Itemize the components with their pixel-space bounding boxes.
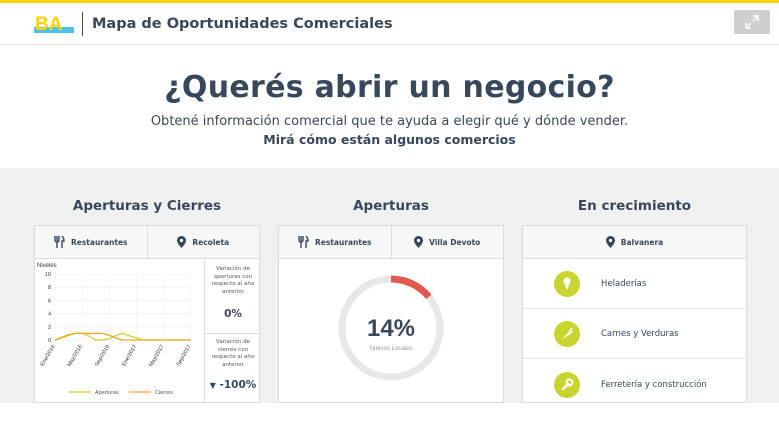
col2-title: Aperturas <box>353 198 429 214</box>
location-label: Recoleta <box>192 237 230 247</box>
series-line <box>54 332 191 341</box>
list-item[interactable]: Carnes y Verduras <box>523 310 746 359</box>
kpi-openings-value: 0% <box>224 308 242 320</box>
donut-label: Nuevos Locales <box>370 346 413 352</box>
expand-icon <box>745 15 759 29</box>
x-tick-label: May/2017 <box>148 344 165 368</box>
map-pin-icon <box>605 236 615 248</box>
location-label: Balvanera <box>620 237 664 247</box>
x-tick-label: Ene/2017 <box>121 344 138 367</box>
category-label: Restaurantes <box>70 237 128 247</box>
expand-button[interactable] <box>734 10 770 34</box>
x-tick-label: Sep/2017 <box>176 344 193 367</box>
y-axis-label: Niveles <box>37 263 57 269</box>
location-label: Villa Devoto <box>429 237 481 247</box>
map-pin-icon <box>414 236 424 248</box>
hero-subtitle-bold: Mirá cómo están algunos comercios <box>263 132 516 147</box>
location-selector[interactable]: Villa Devoto <box>392 226 504 258</box>
location-selector[interactable]: Recoleta <box>148 226 260 258</box>
x-tick-label: Ene/2016 <box>40 344 57 367</box>
openings-card: Restaurantes Villa Devoto 14% Nuevos Loc… <box>278 225 504 403</box>
growth-card: Balvanera Heladerías Carnes y Verduras F… <box>522 225 747 403</box>
y-tick-label: 0 <box>48 338 51 344</box>
logo-text: BA <box>35 14 63 35</box>
hero-title: ¿Querés abrir un negocio? <box>164 70 615 105</box>
wrench-icon <box>554 371 580 398</box>
y-tick-label: 2 <box>48 325 51 331</box>
app-header: BA Mapa de Oportunidades Comerciales <box>0 3 779 45</box>
list-item-label: Ferretería y construcción <box>601 379 707 390</box>
series-line <box>54 332 191 341</box>
kpi-divider <box>205 333 259 334</box>
map-pin-icon <box>177 236 187 248</box>
kpi-closures-label: Variación de cierres con respecto al año… <box>211 339 255 368</box>
list-item[interactable]: Heladerías <box>523 260 746 309</box>
y-tick-label: 8 <box>48 285 51 291</box>
ba-logo[interactable]: BA <box>34 13 74 35</box>
col3-tabs: Balvanera <box>523 226 746 259</box>
legend-label: Cierres <box>155 390 173 396</box>
openings-closures-card: Restaurantes Recoleta Niveles 0 2 4 6 8 10 Ene/… <box>34 225 260 403</box>
y-tick-label: 10 <box>45 272 51 278</box>
triangle-down-icon: ▼ <box>209 381 216 390</box>
openings-donut: 14% Nuevos Locales <box>338 275 444 381</box>
donut-area: 14% Nuevos Locales <box>279 260 503 402</box>
col1-tabs: Restaurantes Recoleta <box>35 226 259 259</box>
page-bottom <box>0 403 779 424</box>
category-label: Restaurantes <box>314 237 372 247</box>
col3-title: En crecimiento <box>577 198 692 214</box>
col2-tabs: Restaurantes Villa Devoto <box>279 226 503 259</box>
hero-subtitle: Obtené información comercial que te ayud… <box>150 114 629 129</box>
kpi-openings: Variación de aperturas con respecto al a… <box>205 266 259 320</box>
openings-closures-chart: Niveles 0 2 4 6 8 10 Ene/2016 May/2016 Sep/2016 En… <box>37 263 193 396</box>
carrot-icon <box>554 321 580 347</box>
fork-knife-icon <box>298 236 309 248</box>
kpi-closures-value-row: ▼ -100% <box>205 379 259 391</box>
col1-title: Aperturas y Cierres <box>72 198 222 214</box>
kpi-panel: Variación de aperturas con respecto al a… <box>204 260 259 402</box>
category-selector[interactable]: Restaurantes <box>279 226 392 258</box>
list-item-label: Heladerías <box>601 279 647 289</box>
header-divider <box>82 12 83 36</box>
y-tick-label: 6 <box>48 298 51 304</box>
kpi-closures: Variación de cierres con respecto al año… <box>205 339 259 391</box>
x-tick-label: May/2016 <box>67 344 84 368</box>
location-selector[interactable]: Balvanera <box>523 226 746 258</box>
legend-label: Aperturas <box>95 390 119 396</box>
kpi-closures-value: -100% <box>219 379 257 391</box>
donut-value: 14% <box>367 315 415 342</box>
list-item[interactable]: Ferretería y construcción <box>523 360 746 402</box>
kpi-openings-label: Variación de aperturas con respecto al a… <box>211 266 255 295</box>
fork-knife-icon <box>54 236 65 248</box>
category-selector[interactable]: Restaurantes <box>35 226 148 258</box>
ice-cream-icon <box>554 271 580 297</box>
app-title: Mapa de Oportunidades Comerciales <box>92 16 393 32</box>
x-tick-label: Sep/2016 <box>94 344 111 367</box>
list-item-label: Carnes y Verduras <box>601 329 679 339</box>
y-tick-label: 4 <box>48 312 51 318</box>
